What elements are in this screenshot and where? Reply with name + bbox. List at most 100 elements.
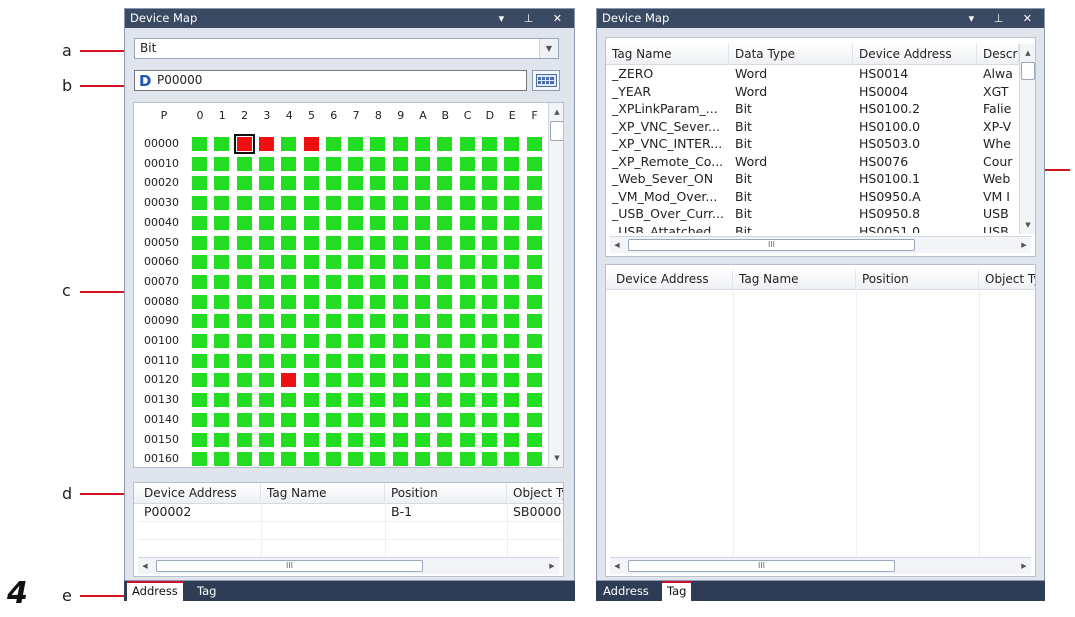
device-bit-cell[interactable] <box>526 314 542 329</box>
device-bit-cell[interactable] <box>303 334 319 348</box>
device-bit-cell[interactable] <box>348 314 364 329</box>
device-bit-cell[interactable] <box>481 452 497 467</box>
device-bit-cell[interactable] <box>459 334 475 348</box>
device-bit-cell[interactable] <box>236 156 252 171</box>
device-bit-cell[interactable] <box>192 196 207 211</box>
device-bit-cell[interactable] <box>504 255 520 270</box>
device-bit-cell[interactable] <box>325 137 341 151</box>
device-bit-cell[interactable] <box>214 196 230 211</box>
device-bit-cell[interactable] <box>236 393 252 408</box>
device-bit-cell[interactable] <box>392 412 408 427</box>
device-bit-cell[interactable] <box>303 255 319 270</box>
device-bit-cell[interactable] <box>303 196 319 211</box>
col-position[interactable]: Position <box>856 269 979 289</box>
device-bit-cell[interactable] <box>415 274 430 289</box>
device-bit-cell[interactable] <box>504 137 520 151</box>
device-bit-cell[interactable] <box>192 294 207 309</box>
device-bit-cell[interactable] <box>526 452 542 467</box>
device-bit-cell[interactable] <box>192 314 207 329</box>
device-bit-cell[interactable] <box>459 432 475 447</box>
device-bit-cell[interactable] <box>437 255 453 270</box>
scroll-up-icon[interactable]: ▲ <box>549 105 563 119</box>
device-bit-cell[interactable] <box>348 156 364 171</box>
device-address-input[interactable]: D P00000 <box>134 70 527 91</box>
device-bit-cell[interactable] <box>258 137 274 151</box>
device-bit-cell[interactable] <box>303 314 319 329</box>
device-bit-cell[interactable] <box>392 274 408 289</box>
tab-address[interactable]: Address <box>127 581 183 601</box>
device-bit-cell[interactable] <box>504 215 520 230</box>
device-bit-cell[interactable] <box>459 393 475 408</box>
device-bit-cell[interactable] <box>325 314 341 329</box>
scroll-thumb[interactable]: III <box>628 239 915 251</box>
device-bit-cell[interactable] <box>281 137 297 151</box>
device-bit-cell[interactable] <box>303 373 319 388</box>
device-bit-cell[interactable] <box>392 235 408 250</box>
device-bit-cell[interactable] <box>214 412 230 427</box>
device-bit-cell[interactable] <box>233 134 255 154</box>
device-bit-cell[interactable] <box>214 373 230 388</box>
data-type-select[interactable]: Bit ▼ <box>134 38 559 59</box>
device-bit-cell[interactable] <box>370 353 386 368</box>
device-bit-cell[interactable] <box>281 412 297 427</box>
device-bit-cell[interactable] <box>281 353 297 368</box>
device-bit-cell[interactable] <box>481 432 497 447</box>
device-bit-cell[interactable] <box>281 235 297 250</box>
device-bit-cell[interactable] <box>504 156 520 171</box>
device-bit-cell[interactable] <box>437 432 453 447</box>
device-bit-cell[interactable] <box>303 432 319 447</box>
device-bit-cell[interactable] <box>437 156 453 171</box>
device-bit-cell[interactable] <box>526 294 542 309</box>
panel-window-controls[interactable]: ▾ ⊥ ✕ <box>499 9 570 28</box>
device-bit-cell[interactable] <box>214 294 230 309</box>
device-bit-cell[interactable] <box>281 274 297 289</box>
device-bit-cell[interactable] <box>370 432 386 447</box>
device-bit-cell[interactable] <box>236 196 252 211</box>
device-bit-cell[interactable] <box>236 432 252 447</box>
device-bit-cell[interactable] <box>348 196 364 211</box>
device-bit-cell[interactable] <box>236 255 252 270</box>
device-bit-cell[interactable] <box>392 314 408 329</box>
device-bit-cell[interactable] <box>258 373 274 388</box>
device-bit-cell[interactable] <box>192 215 207 230</box>
device-bit-cell[interactable] <box>481 156 497 171</box>
device-bit-cell[interactable] <box>370 215 386 230</box>
device-bit-cell[interactable] <box>192 373 207 388</box>
device-bit-cell[interactable] <box>214 393 230 408</box>
device-bit-cell[interactable] <box>504 235 520 250</box>
device-bit-cell[interactable] <box>526 353 542 368</box>
device-bit-cell[interactable] <box>236 373 252 388</box>
device-bit-cell[interactable] <box>459 255 475 270</box>
device-bit-cell[interactable] <box>526 373 542 388</box>
device-bit-cell[interactable] <box>281 196 297 211</box>
device-bit-cell[interactable] <box>437 235 453 250</box>
device-bit-cell[interactable] <box>281 255 297 270</box>
device-bit-cell[interactable] <box>459 412 475 427</box>
device-bit-cell[interactable] <box>236 294 252 309</box>
device-bit-cell[interactable] <box>281 432 297 447</box>
left-xref-horizontal-scrollbar[interactable]: ◀ III ▶ <box>138 557 559 574</box>
device-bit-cell[interactable] <box>370 314 386 329</box>
device-bit-cell[interactable] <box>437 334 453 348</box>
device-bit-cell[interactable] <box>504 196 520 211</box>
device-bit-cell[interactable] <box>370 176 386 191</box>
device-bit-cell[interactable] <box>192 452 207 467</box>
device-bit-cell[interactable] <box>370 156 386 171</box>
device-bit-cell[interactable] <box>325 373 341 388</box>
device-bit-cell[interactable] <box>192 176 207 191</box>
device-bit-cell[interactable] <box>281 294 297 309</box>
device-bit-cell[interactable] <box>348 353 364 368</box>
device-bit-cell[interactable] <box>459 196 475 211</box>
device-bit-cell[interactable] <box>415 452 430 467</box>
device-bit-cell[interactable] <box>504 334 520 348</box>
scroll-left-icon[interactable]: ◀ <box>138 558 152 574</box>
device-bit-cell[interactable] <box>192 353 207 368</box>
device-bit-cell[interactable] <box>415 393 430 408</box>
device-bit-cell[interactable] <box>481 334 497 348</box>
device-bit-cell[interactable] <box>504 176 520 191</box>
device-bit-cell[interactable] <box>192 255 207 270</box>
device-bit-cell[interactable] <box>214 215 230 230</box>
device-bit-cell[interactable] <box>481 373 497 388</box>
scroll-down-icon[interactable]: ▼ <box>549 451 563 465</box>
device-bit-cell[interactable] <box>325 176 341 191</box>
